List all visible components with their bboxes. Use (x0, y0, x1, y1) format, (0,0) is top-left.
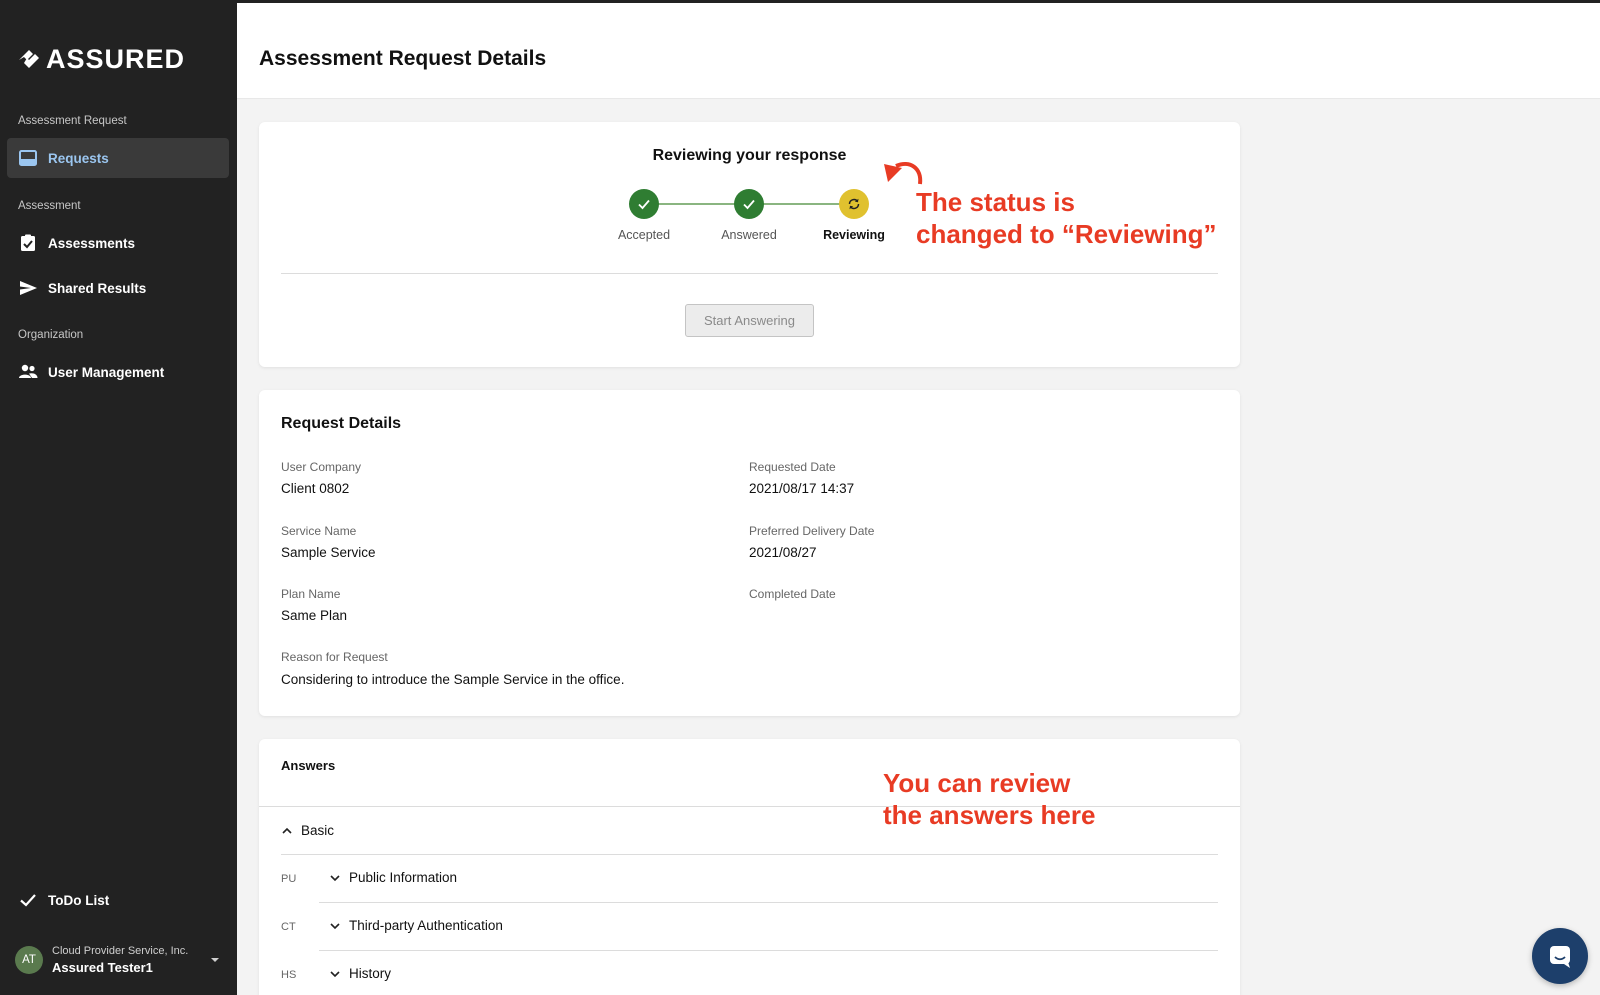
step-accepted-indicator (629, 189, 659, 219)
section-label-organization: Organization (18, 329, 84, 341)
answer-section-label: History (349, 966, 392, 981)
section-label-assessment-request: Assessment Request (18, 115, 127, 127)
field-label-plan-name: Plan Name (281, 587, 341, 601)
sidebar-item-todo-list[interactable]: ToDo List (7, 880, 229, 920)
field-label-completed-date: Completed Date (749, 587, 836, 601)
answer-section-code: PU (281, 873, 297, 885)
chat-widget-button[interactable] (1532, 928, 1588, 984)
top-bar: Assessment Request Details (237, 0, 1600, 99)
answer-section-code: CT (281, 921, 296, 933)
user-name: Assured Tester1 (52, 959, 153, 975)
chevron-down-icon (330, 874, 340, 881)
field-value-requested-date: 2021/08/17 14:37 (749, 481, 855, 496)
chevron-up-icon (282, 827, 292, 834)
clipboard-check-icon (21, 234, 35, 251)
status-title: Reviewing your response (652, 147, 847, 164)
annotation-review: You can review the answers here (883, 767, 1095, 831)
brand-logo[interactable]: ASSURED (16, 44, 185, 75)
field-label-reason: Reason for Request (281, 650, 388, 664)
field-label-requested-date: Requested Date (749, 460, 836, 474)
check-icon (743, 199, 755, 210)
brand-name: ASSURED (46, 44, 186, 74)
annotation-text: the answers here (883, 800, 1096, 830)
answer-section-label: Public Information (349, 870, 458, 885)
chevron-down-icon (330, 970, 340, 977)
section-label-assessment: Assessment (18, 200, 81, 212)
sidebar: ASSURED Assessment Request Requests Asse… (0, 0, 237, 995)
sidebar-item-label: Requests (48, 150, 109, 166)
annotation-status: The status is changed to “Reviewing” (916, 186, 1217, 250)
sidebar-item-requests[interactable]: Requests (7, 138, 229, 178)
field-value-reason: Considering to introduce the Sample Serv… (281, 672, 625, 687)
annotation-text: You can review (883, 768, 1071, 798)
sidebar-item-label: Assessments (48, 235, 136, 251)
field-label-user-company: User Company (281, 460, 362, 474)
check-icon (638, 199, 650, 210)
step-answered-indicator (734, 189, 764, 219)
answer-section-history[interactable]: History (329, 966, 391, 981)
users-icon (19, 364, 38, 378)
answer-section-row: HS History (281, 951, 1218, 995)
field-label-service-name: Service Name (281, 524, 357, 538)
step-label-accepted: Accepted (617, 228, 671, 242)
request-details-card: Request Details User Company Client 0802… (259, 390, 1240, 716)
sidebar-item-label: Shared Results (48, 280, 147, 296)
check-icon (20, 894, 36, 907)
chat-icon (1550, 946, 1570, 968)
answer-group-label: Basic (301, 823, 335, 838)
field-value-service-name: Sample Service (281, 545, 376, 560)
field-label-preferred-delivery-date: Preferred Delivery Date (749, 524, 875, 538)
sidebar-item-shared-results[interactable]: Shared Results (7, 268, 229, 308)
answer-section-third-party-authentication[interactable]: Third-party Authentication (329, 918, 503, 933)
answer-section-label: Third-party Authentication (349, 918, 503, 933)
step-reviewing-indicator (839, 189, 869, 219)
sidebar-item-assessments[interactable]: Assessments (7, 223, 229, 263)
annotation-text: The status is (916, 187, 1075, 217)
field-value-user-company: Client 0802 (281, 481, 350, 496)
answer-section-row: CT Third-party Authentication (281, 903, 1218, 951)
answer-group-basic[interactable]: Basic (281, 823, 334, 838)
send-icon (20, 281, 37, 295)
annotation-text: changed to “Reviewing” (916, 219, 1217, 249)
user-company: Cloud Provider Service, Inc. (52, 944, 189, 957)
answer-section-row: PU Public Information (281, 855, 1218, 903)
inbox-icon (19, 150, 37, 166)
caret-down-icon[interactable] (210, 955, 220, 965)
chevron-down-icon (330, 922, 340, 929)
sync-icon (848, 198, 860, 210)
assured-logo-icon (19, 49, 39, 68)
answer-section-public-information[interactable]: Public Information (329, 870, 457, 885)
field-value-plan-name: Same Plan (281, 608, 348, 623)
answer-section-code: HS (281, 969, 297, 981)
sidebar-item-user-management[interactable]: User Management (7, 352, 229, 392)
user-menu[interactable]: AT Cloud Provider Service, Inc. Assured … (15, 935, 220, 985)
request-details-title: Request Details (281, 415, 402, 432)
start-answering-button[interactable]: Start Answering (685, 304, 814, 337)
sidebar-item-label: ToDo List (48, 892, 110, 908)
field-value-preferred-delivery-date: 2021/08/27 (749, 545, 817, 560)
answers-title: Answers (281, 758, 336, 773)
step-label-reviewing: Reviewing (823, 228, 885, 242)
divider (281, 273, 1218, 274)
sidebar-item-label: User Management (48, 364, 165, 380)
avatar: AT (15, 946, 43, 974)
step-label-answered: Answered (721, 228, 777, 242)
page-title: Assessment Request Details (259, 47, 547, 70)
